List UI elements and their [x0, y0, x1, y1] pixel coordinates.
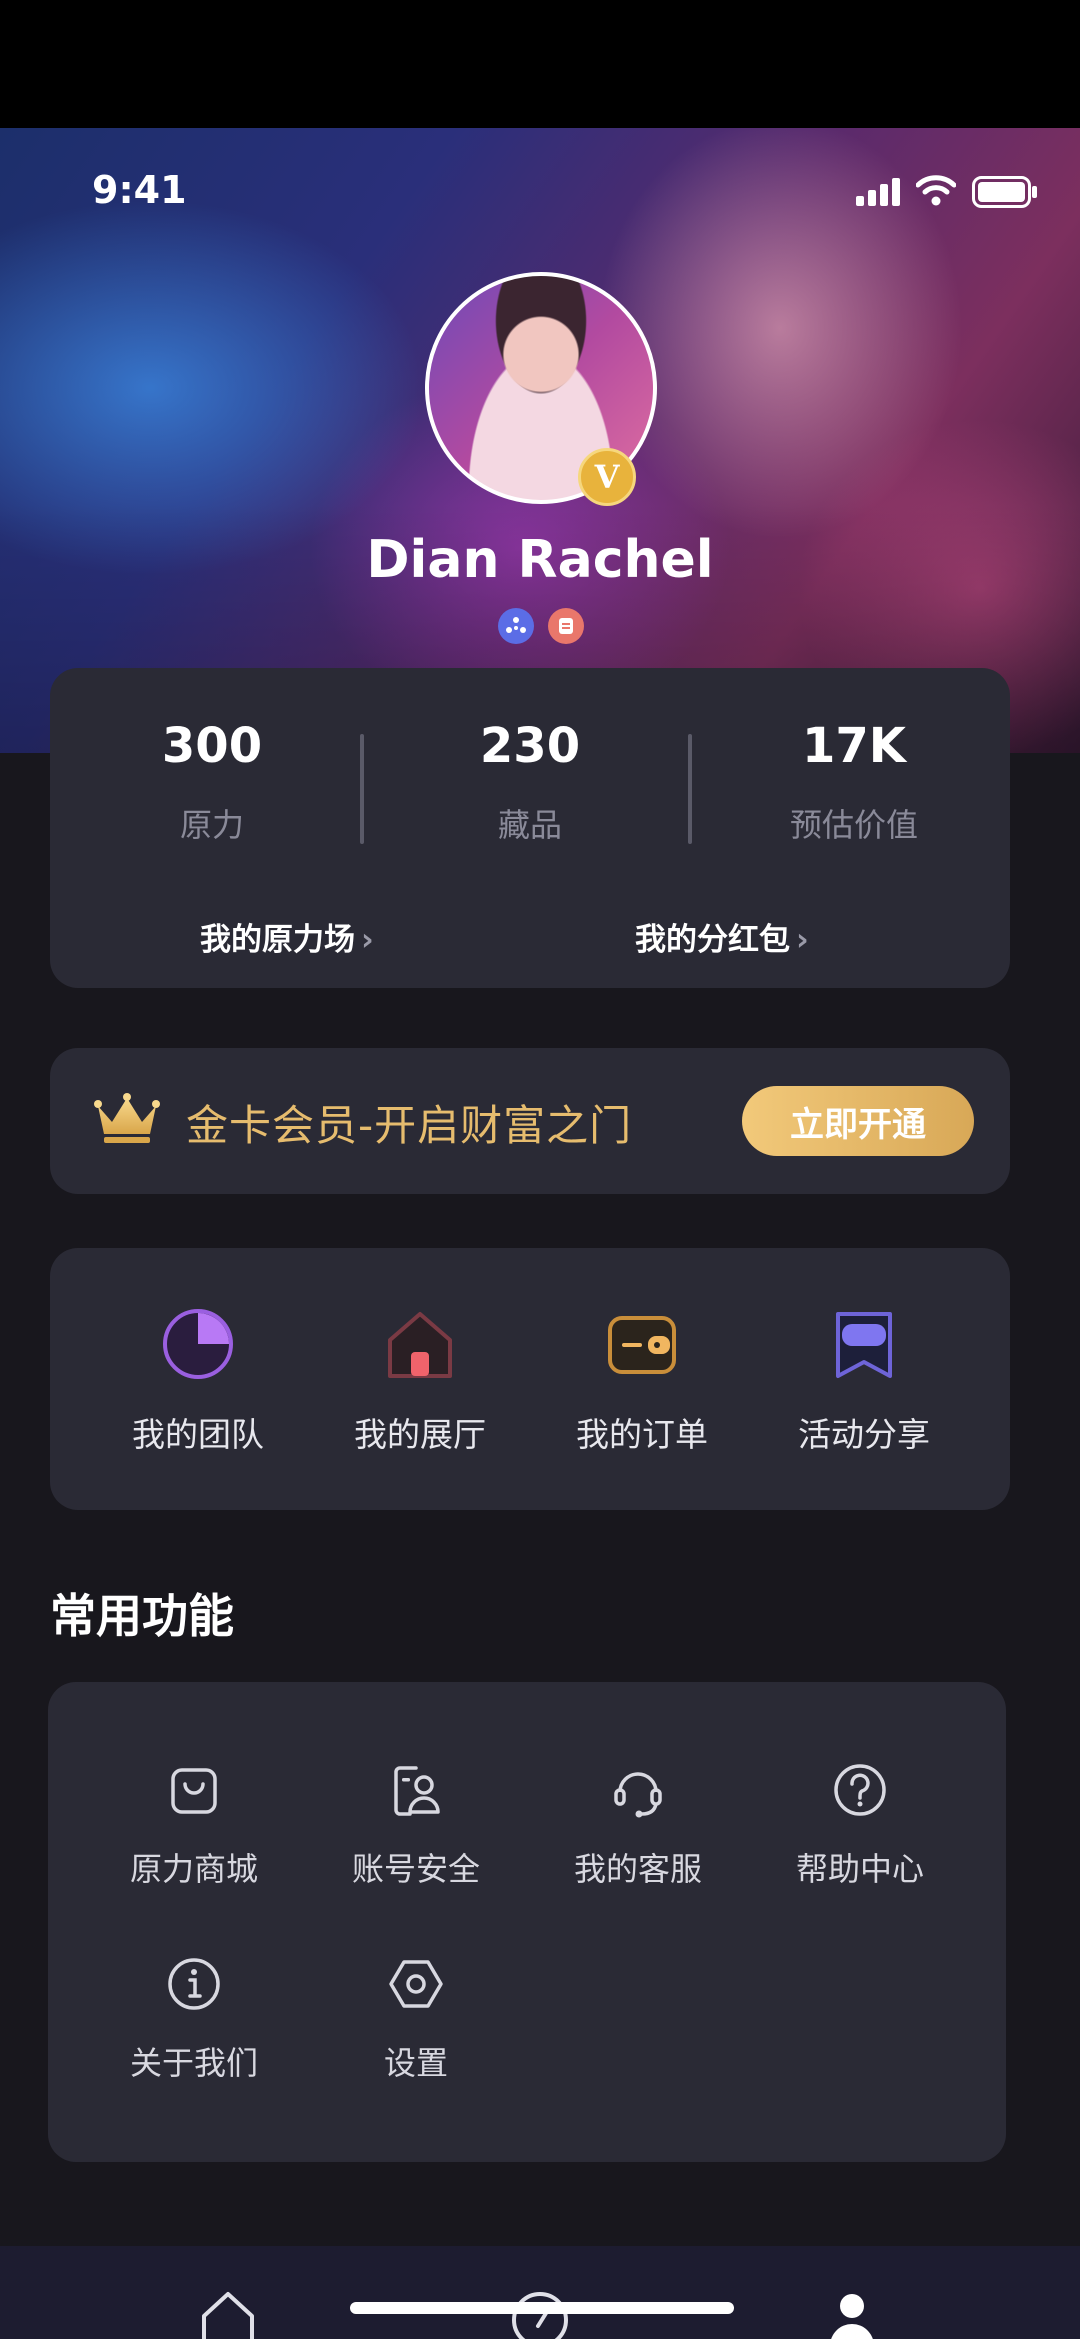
stat-label: 预估价值	[789, 806, 918, 844]
username: Dian Rachel	[366, 530, 714, 590]
quick-item-activity-share[interactable]: 活动分享	[764, 1306, 964, 1456]
quick-item-my-gallery[interactable]: 我的展厅	[320, 1306, 520, 1456]
stats-card: 300 原力 230 藏品 17K 预估价值 我的原力场 › 我的分红包 ›	[50, 668, 1010, 988]
home-indicator	[350, 2302, 734, 2314]
quick-actions-card: 我的团队 我的展厅 我的订单 活动分享	[50, 1248, 1010, 1510]
my-power-field-link[interactable]: 我的原力场 ›	[200, 914, 374, 959]
quick-label: 我的展厅	[354, 1415, 486, 1454]
function-label: 帮助中心	[795, 1850, 924, 1888]
function-item-about-us[interactable]: 关于我们	[94, 1954, 294, 2084]
stat-value: 17K	[802, 718, 906, 774]
stat-power[interactable]: 300 原力	[62, 718, 362, 846]
quick-item-my-orders[interactable]: 我的订单	[542, 1306, 742, 1456]
common-functions-card: 原力商城 账号安全 我的客服 帮助中心 关于我们 设置	[48, 1682, 1006, 2162]
function-label: 原力商城	[129, 1850, 258, 1888]
shopping-bag-icon	[171, 1768, 217, 1814]
link-label: 我的原力场	[200, 922, 355, 958]
vip-badge: V	[578, 448, 636, 506]
stat-divider	[688, 734, 692, 844]
profile-screen: 9:41 V Dian Rachel 300 原力 230 藏品 17K 预估价…	[0, 0, 1080, 2339]
status-time: 9:41	[92, 168, 187, 212]
function-item-customer-service[interactable]: 我的客服	[538, 1760, 738, 1890]
pie-chart-icon	[163, 1309, 233, 1379]
stat-value: 230	[479, 718, 581, 774]
my-dividend-link[interactable]: 我的分红包 ›	[635, 914, 809, 959]
status-bar: 9:41	[0, 160, 1080, 220]
activate-now-button[interactable]: 立即开通	[742, 1086, 974, 1156]
settings-icon	[389, 1960, 443, 2008]
function-item-settings[interactable]: 设置	[316, 1954, 516, 2084]
quick-label: 我的订单	[576, 1415, 708, 1454]
headset-icon	[614, 1772, 662, 1818]
help-icon	[834, 1764, 886, 1816]
function-label: 关于我们	[129, 2044, 258, 2082]
tab-home-icon[interactable]	[196, 2286, 260, 2339]
community-badge-icon	[498, 608, 534, 644]
crown-icon	[94, 1093, 160, 1143]
house-icon	[388, 1312, 452, 1378]
stat-label: 原力	[179, 806, 244, 844]
account-security-icon	[394, 1766, 440, 1816]
quick-item-my-team[interactable]: 我的团队	[98, 1306, 298, 1456]
user-badges	[498, 608, 584, 644]
function-item-force-mall[interactable]: 原力商城	[94, 1760, 294, 1890]
vip-banner[interactable]: 金卡会员-开启财富之门 立即开通	[50, 1048, 1010, 1194]
top-black-bar	[0, 0, 1080, 128]
function-label: 我的客服	[573, 1850, 702, 1888]
link-label: 我的分红包	[635, 922, 790, 958]
wallet-icon	[608, 1316, 676, 1374]
share-flag-icon	[836, 1312, 892, 1378]
function-label: 设置	[383, 2044, 448, 2082]
function-item-account-security[interactable]: 账号安全	[316, 1760, 516, 1890]
chevron-right-icon: ›	[796, 922, 809, 958]
tab-bar	[0, 2246, 1080, 2339]
stat-label: 藏品	[497, 806, 562, 844]
function-item-help-center[interactable]: 帮助中心	[760, 1760, 960, 1890]
quick-label: 我的团队	[132, 1415, 264, 1454]
chevron-right-icon: ›	[361, 922, 374, 958]
common-functions-title: 常用功能	[50, 1589, 234, 1643]
quick-label: 活动分享	[798, 1415, 930, 1454]
stat-estimated-value[interactable]: 17K 预估价值	[704, 718, 1004, 846]
tab-profile-icon[interactable]	[826, 2286, 890, 2339]
signal-icon	[856, 178, 900, 206]
battery-icon	[972, 176, 1037, 208]
wifi-icon	[916, 175, 956, 206]
vip-text: 金卡会员-开启财富之门	[186, 1101, 633, 1150]
function-label: 账号安全	[351, 1850, 480, 1888]
stat-divider	[360, 734, 364, 844]
stat-collections[interactable]: 230 藏品	[380, 718, 680, 846]
document-badge-icon	[548, 608, 584, 644]
stat-value: 300	[161, 718, 263, 774]
info-icon	[168, 1958, 220, 2010]
